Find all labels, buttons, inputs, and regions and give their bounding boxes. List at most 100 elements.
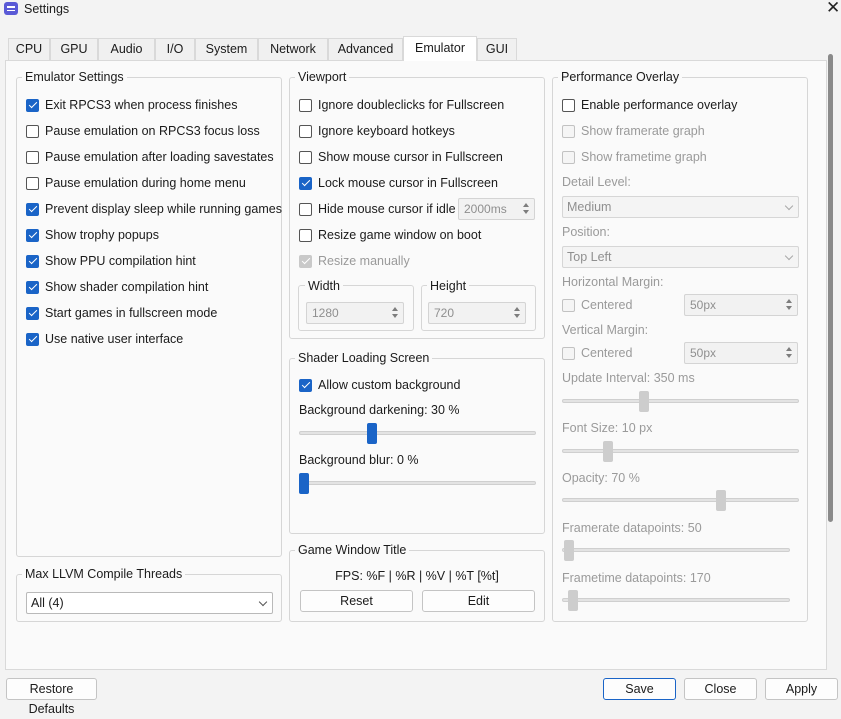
detail-level-select[interactable]: Medium xyxy=(562,196,799,218)
frametime-datapoints-slider-handle[interactable] xyxy=(568,590,579,611)
checkbox-box[interactable] xyxy=(26,98,39,112)
checkbox-box[interactable] xyxy=(562,124,575,138)
checkbox-box[interactable] xyxy=(26,332,39,346)
tab-network[interactable]: Network xyxy=(258,38,328,60)
checkbox-shader-hint[interactable]: Show shader compilation hint xyxy=(26,280,208,294)
height-spinbox[interactable]: 720 xyxy=(428,302,526,324)
checkbox-framerate-graph[interactable]: Show framerate graph xyxy=(562,124,705,138)
opacity-label: Opacity: 70 % xyxy=(562,471,640,485)
checkbox-box[interactable] xyxy=(26,202,39,216)
idle-time-spinbox[interactable]: 2000ms xyxy=(458,198,535,220)
spin-arrows-icon[interactable] xyxy=(785,297,794,313)
checkbox-start-fullscreen[interactable]: Start games in fullscreen mode xyxy=(26,306,217,320)
chevron-down-icon xyxy=(784,251,794,261)
checkbox-box[interactable] xyxy=(299,150,312,164)
checkbox-box[interactable] xyxy=(299,124,312,138)
checkbox-box[interactable] xyxy=(299,254,312,268)
update-interval-slider-track[interactable] xyxy=(562,399,799,403)
tab-gpu[interactable]: GPU xyxy=(50,38,98,60)
opacity-slider-handle[interactable] xyxy=(716,490,727,511)
checkbox-box[interactable] xyxy=(26,306,39,320)
tab-advanced[interactable]: Advanced xyxy=(328,38,403,60)
spin-arrows-icon[interactable] xyxy=(522,201,531,217)
checkbox-enable-overlay[interactable]: Enable performance overlay xyxy=(562,98,737,112)
tab-system[interactable]: System xyxy=(195,38,258,60)
spin-arrows-icon[interactable] xyxy=(785,345,794,361)
tab-gui[interactable]: GUI xyxy=(477,38,517,60)
checkbox-v-centered[interactable]: Centered xyxy=(562,346,632,360)
checkbox-pause-home-menu[interactable]: Pause emulation during home menu xyxy=(26,176,246,190)
spin-arrows-icon[interactable] xyxy=(391,305,400,321)
font-size-slider-handle[interactable] xyxy=(602,441,613,462)
width-spinbox[interactable]: 1280 xyxy=(306,302,404,324)
checkbox-box[interactable] xyxy=(562,150,575,164)
checkbox-trophy-popups[interactable]: Show trophy popups xyxy=(26,228,159,242)
checkbox-box[interactable] xyxy=(299,98,312,112)
checkbox-box[interactable] xyxy=(299,228,312,242)
blur-slider-handle[interactable] xyxy=(299,473,309,494)
checkbox-show-cursor-fullscreen[interactable]: Show mouse cursor in Fullscreen xyxy=(299,150,503,164)
height-value: 720 xyxy=(434,306,455,320)
checkbox-ppu-hint[interactable]: Show PPU compilation hint xyxy=(26,254,196,268)
tab-emulator[interactable]: Emulator xyxy=(403,36,477,61)
tab-io[interactable]: I/O xyxy=(155,38,195,60)
height-label: Height xyxy=(427,279,470,293)
checkbox-box[interactable] xyxy=(299,176,312,190)
tab-audio[interactable]: Audio xyxy=(98,38,155,60)
checkbox-pause-after-savestate[interactable]: Pause emulation after loading savestates xyxy=(26,150,274,164)
update-interval-slider-handle[interactable] xyxy=(639,391,650,412)
checkbox-hide-cursor-idle[interactable]: Hide mouse cursor if idle xyxy=(299,202,456,216)
checkbox-h-centered[interactable]: Centered xyxy=(562,298,632,312)
checkbox-native-ui[interactable]: Use native user interface xyxy=(26,332,183,346)
checkbox-frametime-graph[interactable]: Show frametime graph xyxy=(562,150,707,164)
close-button[interactable]: Close xyxy=(684,678,757,700)
spin-arrows-icon[interactable] xyxy=(513,305,522,321)
font-size-slider-track[interactable] xyxy=(562,449,799,453)
llvm-threads-select[interactable]: All (4) xyxy=(26,592,273,614)
checkbox-box[interactable] xyxy=(26,254,39,268)
checkbox-pause-focus-loss[interactable]: Pause emulation on RPCS3 focus loss xyxy=(26,124,260,138)
edit-title-button[interactable]: Edit xyxy=(422,590,535,612)
checkbox-box[interactable] xyxy=(26,124,39,138)
checkbox-resize-on-boot[interactable]: Resize game window on boot xyxy=(299,228,481,242)
framerate-datapoints-slider-track[interactable] xyxy=(562,548,790,552)
position-select[interactable]: Top Left xyxy=(562,246,799,268)
checkbox-ignore-hotkeys[interactable]: Ignore keyboard hotkeys xyxy=(299,124,455,138)
checkbox-box[interactable] xyxy=(26,228,39,242)
checkbox-box[interactable] xyxy=(562,298,575,312)
checkbox-box[interactable] xyxy=(562,346,575,360)
checkbox-box[interactable] xyxy=(562,98,575,112)
checkbox-box[interactable] xyxy=(299,378,312,392)
darkening-slider-track[interactable] xyxy=(299,431,536,435)
horizontal-margin-spinbox[interactable]: 50px xyxy=(684,294,798,316)
checkbox-box[interactable] xyxy=(26,150,39,164)
vertical-scrollbar[interactable] xyxy=(828,54,833,522)
framerate-datapoints-slider-handle[interactable] xyxy=(564,540,574,561)
checkbox-box[interactable] xyxy=(26,280,39,294)
blur-slider-track[interactable] xyxy=(299,481,536,485)
apply-button[interactable]: Apply xyxy=(765,678,838,700)
checkbox-prevent-display-sleep[interactable]: Prevent display sleep while running game… xyxy=(26,202,282,216)
checkbox-allow-custom-background[interactable]: Allow custom background xyxy=(299,378,460,392)
checkbox-exit-on-finish[interactable]: Exit RPCS3 when process finishes xyxy=(26,98,237,112)
restore-defaults-button[interactable]: Restore Defaults xyxy=(6,678,97,716)
reset-title-button[interactable]: Reset xyxy=(300,590,413,612)
checkbox-box[interactable] xyxy=(26,176,39,190)
checkbox-label: Prevent display sleep while running game… xyxy=(45,202,282,216)
llvm-threads-title: Max LLVM Compile Threads xyxy=(22,567,186,581)
checkbox-label: Show frametime graph xyxy=(581,150,707,164)
close-window-icon[interactable]: ✕ xyxy=(826,0,840,18)
opacity-slider-track[interactable] xyxy=(562,498,799,502)
checkbox-label: Allow custom background xyxy=(318,378,461,392)
darkening-slider-handle[interactable] xyxy=(367,423,378,444)
checkbox-box[interactable] xyxy=(299,202,312,216)
checkbox-resize-manually[interactable]: Resize manually xyxy=(299,254,410,268)
vertical-margin-spinbox[interactable]: 50px xyxy=(684,342,798,364)
save-button[interactable]: Save xyxy=(603,678,676,700)
tab-cpu[interactable]: CPU xyxy=(8,38,50,60)
checkbox-label: Ignore doubleclicks for Fullscreen xyxy=(318,98,505,112)
checkbox-lock-cursor-fullscreen[interactable]: Lock mouse cursor in Fullscreen xyxy=(299,176,498,190)
checkbox-ignore-doubleclicks[interactable]: Ignore doubleclicks for Fullscreen xyxy=(299,98,504,112)
frametime-datapoints-slider-track[interactable] xyxy=(562,598,790,602)
width-label: Width xyxy=(305,279,343,293)
